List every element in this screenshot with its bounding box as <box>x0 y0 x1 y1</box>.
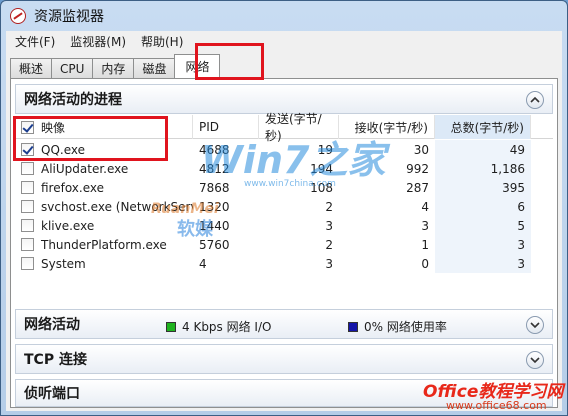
recv-cell: 0 <box>421 256 429 271</box>
network-io-indicator: 4 Kbps 网络 I/O <box>166 318 271 335</box>
table-row[interactable]: firefox.exe 7868 108 287 395 <box>15 178 553 197</box>
tab-overview[interactable]: 概述 <box>10 58 53 78</box>
process-checkbox[interactable] <box>21 219 34 232</box>
process-name: ThunderPlatform.exe <box>41 237 167 252</box>
total-cell: 6 <box>435 197 531 216</box>
resource-monitor-window: 资源监视器 文件(F) 监视器(M) 帮助(H) 概述 CPU 内存 磁盘 网络… <box>0 0 568 416</box>
process-name-cell[interactable]: firefox.exe <box>15 178 193 197</box>
process-name-cell[interactable]: AliUpdater.exe <box>15 159 193 178</box>
collapse-chevron-up-icon[interactable] <box>526 91 544 109</box>
recv-cell: 3 <box>421 218 429 233</box>
window-title: 资源监视器 <box>34 9 104 25</box>
col-total[interactable]: 总数(字节/秒) <box>435 115 531 139</box>
expand-chevron-down-icon[interactable] <box>526 351 544 369</box>
table-row[interactable]: AliUpdater.exe 4812 194 992 1,186 <box>15 159 553 178</box>
table-row[interactable]: ThunderPlatform.exe 5760 2 1 3 <box>15 235 553 254</box>
menu-help[interactable]: 帮助(H) <box>132 33 189 50</box>
process-name: firefox.exe <box>41 180 105 195</box>
col-pid[interactable]: PID <box>193 115 259 139</box>
table-row[interactable]: System 4 3 0 3 <box>15 254 553 273</box>
process-checkbox[interactable] <box>21 238 34 251</box>
send-cell: 2 <box>325 199 333 214</box>
tab-cpu[interactable]: CPU <box>51 58 94 78</box>
col-send[interactable]: 发送(字节/秒) <box>259 112 339 143</box>
network-activity-header[interactable]: 网络活动 4 Kbps 网络 I/O 0% 网络使用率 <box>15 309 553 339</box>
recv-cell: 1 <box>421 237 429 252</box>
send-cell: 194 <box>310 161 333 176</box>
process-name: AliUpdater.exe <box>41 161 129 176</box>
resource-monitor-icon <box>10 8 26 24</box>
pid-cell: 5760 <box>199 237 230 252</box>
network-activity-title: 网络活动 <box>24 317 80 333</box>
process-name-cell[interactable]: ThunderPlatform.exe <box>15 235 193 254</box>
network-usage-indicator: 0% 网络使用率 <box>348 318 447 335</box>
network-io-text: 4 Kbps 网络 I/O <box>182 320 272 334</box>
menu-bar: 文件(F) 监视器(M) 帮助(H) <box>6 31 562 51</box>
network-io-color-square <box>166 321 176 332</box>
total-cell: 3 <box>435 235 531 254</box>
total-cell: 5 <box>435 216 531 235</box>
recv-cell: 287 <box>406 180 429 195</box>
pid-cell: 1440 <box>199 218 230 233</box>
pid-cell: 4688 <box>199 142 230 157</box>
network-usage-text: 0% 网络使用率 <box>364 320 447 334</box>
highlight-network-tab <box>195 43 264 80</box>
tab-strip: 概述 CPU 内存 磁盘 网络 <box>10 54 221 78</box>
table-row[interactable]: klive.exe 1440 3 3 5 <box>15 216 553 235</box>
process-name: System <box>41 256 86 271</box>
recv-cell: 4 <box>421 199 429 214</box>
send-cell: 108 <box>310 180 333 195</box>
process-checkbox[interactable] <box>21 200 34 213</box>
process-name: klive.exe <box>41 218 95 233</box>
title-bar[interactable]: 资源监视器 <box>1 1 567 31</box>
send-cell: 2 <box>325 237 333 252</box>
process-name: svchost.exe (NetworkService) <box>41 199 193 214</box>
recv-cell: 30 <box>413 142 429 157</box>
process-checkbox[interactable] <box>21 181 34 194</box>
menu-monitor[interactable]: 监视器(M) <box>61 33 132 50</box>
listen-section-header[interactable]: 侦听端口 <box>15 379 553 407</box>
send-cell: 3 <box>325 218 333 233</box>
process-name-cell[interactable]: System <box>15 254 193 273</box>
highlight-qq-row <box>13 116 168 161</box>
network-usage-color-square <box>348 321 358 332</box>
total-cell: 3 <box>435 254 531 273</box>
total-cell: 395 <box>435 178 531 197</box>
tcp-section-header[interactable]: TCP 连接 <box>15 344 553 374</box>
send-cell: 3 <box>325 256 333 271</box>
expand-chevron-down-icon[interactable] <box>526 316 544 334</box>
listen-section-title: 侦听端口 <box>24 386 80 402</box>
menu-file[interactable]: 文件(F) <box>6 33 61 50</box>
pid-cell: 4812 <box>199 161 230 176</box>
pid-cell: 7868 <box>199 180 230 195</box>
tab-disk[interactable]: 磁盘 <box>133 58 176 78</box>
table-row[interactable]: svchost.exe (NetworkService) 1320 2 46 <box>15 197 553 216</box>
total-cell: 1,186 <box>435 159 531 178</box>
process-name-cell[interactable]: klive.exe <box>15 216 193 235</box>
client-area: 概述 CPU 内存 磁盘 网络 网络活动的进程 映像 PID 发送(字节/秒) … <box>6 43 562 411</box>
tab-memory[interactable]: 内存 <box>92 58 135 78</box>
network-tab-panel: 网络活动的进程 映像 PID 发送(字节/秒) 接收(字节/秒) 总数(字节/秒… <box>10 78 558 408</box>
send-cell: 19 <box>317 142 333 157</box>
tcp-section-title: TCP 连接 <box>24 352 87 368</box>
processes-section-title: 网络活动的进程 <box>24 92 122 108</box>
process-checkbox[interactable] <box>21 257 34 270</box>
pid-cell: 4 <box>199 256 207 271</box>
process-name-cell[interactable]: svchost.exe (NetworkService) <box>15 197 193 216</box>
col-recv[interactable]: 接收(字节/秒) <box>339 115 435 139</box>
process-checkbox[interactable] <box>21 162 34 175</box>
pid-cell: 1320 <box>199 199 230 214</box>
total-cell: 49 <box>435 140 531 159</box>
recv-cell: 992 <box>406 161 429 176</box>
